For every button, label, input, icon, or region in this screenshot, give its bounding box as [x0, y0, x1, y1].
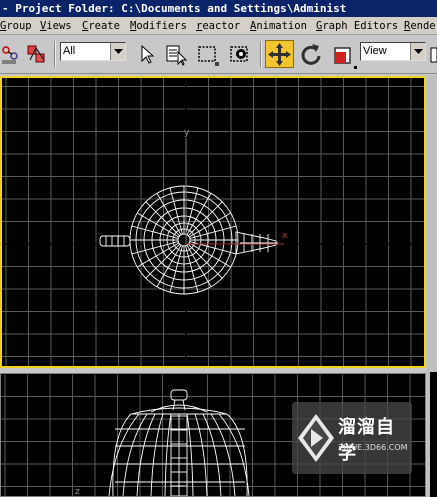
window-crossing-icon: [230, 46, 248, 62]
teapot-front-wireframe: [108, 389, 250, 496]
pivot-center-button[interactable]: [429, 40, 437, 68]
scale-icon: [334, 47, 351, 64]
viewport-edge: [430, 372, 437, 497]
watermark-brand: 溜溜自学: [338, 417, 395, 464]
pivot-icon: [430, 47, 437, 63]
play-logo-icon: [298, 414, 334, 462]
window-crossing-button[interactable]: [228, 40, 254, 68]
unlink-icon: [27, 45, 45, 63]
rotate-icon: [301, 44, 321, 65]
axis-z-label: z: [75, 487, 80, 496]
menu-graph-editors[interactable]: Graph Editors: [316, 17, 398, 34]
menu-rendering[interactable]: Rende: [404, 17, 436, 34]
toolbar-separator: [54, 41, 56, 67]
watermark-url: ZIXUE.3D66.COM: [338, 443, 408, 452]
select-and-rotate-button[interactable]: [298, 40, 324, 68]
chevron-down-icon: [410, 43, 425, 60]
select-and-scale-button[interactable]: [330, 40, 356, 68]
select-by-name-icon: [166, 45, 188, 66]
selection-filter-value: All: [63, 45, 76, 57]
move-icon: [268, 43, 291, 66]
reference-coordinate-dropdown[interactable]: View: [360, 42, 426, 61]
selection-filter-dropdown[interactable]: All: [60, 42, 126, 61]
reference-coordinate-value: View: [363, 45, 387, 57]
viewport-top-canvas[interactable]: y x: [2, 78, 424, 366]
menu-create[interactable]: Create: [82, 17, 120, 34]
watermark-logo: 溜溜自学 ZIXUE.3D66.COM: [292, 402, 412, 474]
rectangular-selection-icon: [198, 46, 219, 66]
menu-group[interactable]: Group: [0, 17, 32, 34]
menu-views[interactable]: Views: [40, 17, 72, 34]
viewport-top[interactable]: y x: [0, 76, 426, 368]
menu-modifiers[interactable]: Modifiers: [130, 17, 187, 34]
axis-x-label: x: [282, 231, 288, 241]
cursor-arrow-icon: [141, 44, 155, 64]
link-button[interactable]: [0, 40, 26, 68]
teapot-top-wireframe: [99, 185, 278, 295]
menu-animation[interactable]: Animation: [250, 17, 307, 34]
window-title: - Project Folder: C:\Documents and Setti…: [0, 0, 437, 17]
link-icon: [2, 46, 18, 64]
select-and-move-button[interactable]: [265, 40, 294, 68]
chevron-down-icon: [110, 43, 125, 60]
unlink-button[interactable]: [24, 40, 50, 68]
flyout-indicator: [354, 66, 357, 69]
main-toolbar: All View: [0, 35, 437, 74]
rectangular-selection-button[interactable]: [195, 40, 221, 68]
select-object-button[interactable]: [134, 40, 160, 68]
command-panel-edge: [427, 76, 437, 497]
menu-reactor[interactable]: reactor: [196, 17, 240, 34]
axis-y-label: y: [184, 128, 190, 138]
select-by-name-button[interactable]: [164, 40, 190, 68]
toolbar-separator: [260, 41, 262, 67]
menu-bar: Group Views Create Modifiers reactor Ani…: [0, 17, 437, 35]
viewport-grid: [2, 78, 424, 366]
